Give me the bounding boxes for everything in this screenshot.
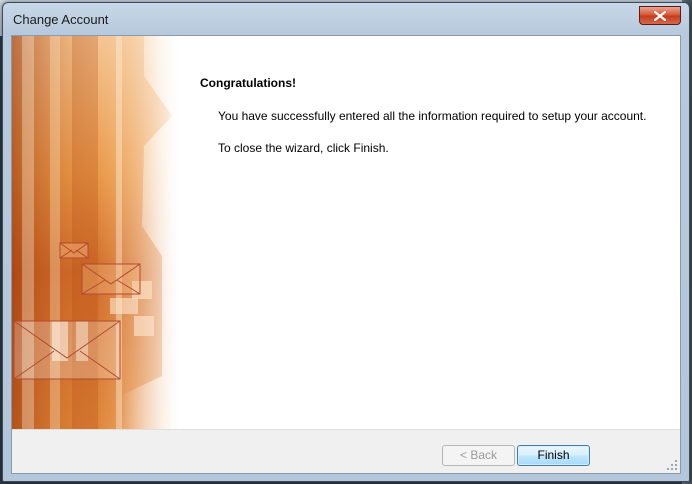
- wizard-page: Congratulations! You have successfully e…: [12, 36, 680, 430]
- congratulations-heading: Congratulations!: [200, 76, 296, 90]
- finish-button[interactable]: Finish: [517, 445, 590, 466]
- envelope-icon: [81, 263, 141, 295]
- envelope-icon: [59, 242, 89, 259]
- finish-instruction: To close the wizard, click Finish.: [218, 141, 389, 155]
- window-title: Change Account: [13, 12, 109, 27]
- success-message: You have successfully entered all the in…: [218, 109, 647, 123]
- back-button[interactable]: < Back: [442, 445, 515, 466]
- wizard-text-area: Congratulations! You have successfully e…: [178, 36, 680, 429]
- close-button[interactable]: [639, 6, 681, 25]
- envelope-icon: [13, 320, 121, 380]
- title-bar[interactable]: Change Account: [3, 3, 689, 35]
- wizard-banner-image: [12, 36, 178, 429]
- change-account-dialog: Change Account Congratulations! You have…: [2, 2, 690, 482]
- dialog-client-area: Congratulations! You have successfully e…: [11, 35, 681, 474]
- resize-grip-icon[interactable]: [666, 459, 678, 471]
- close-icon: [654, 11, 666, 21]
